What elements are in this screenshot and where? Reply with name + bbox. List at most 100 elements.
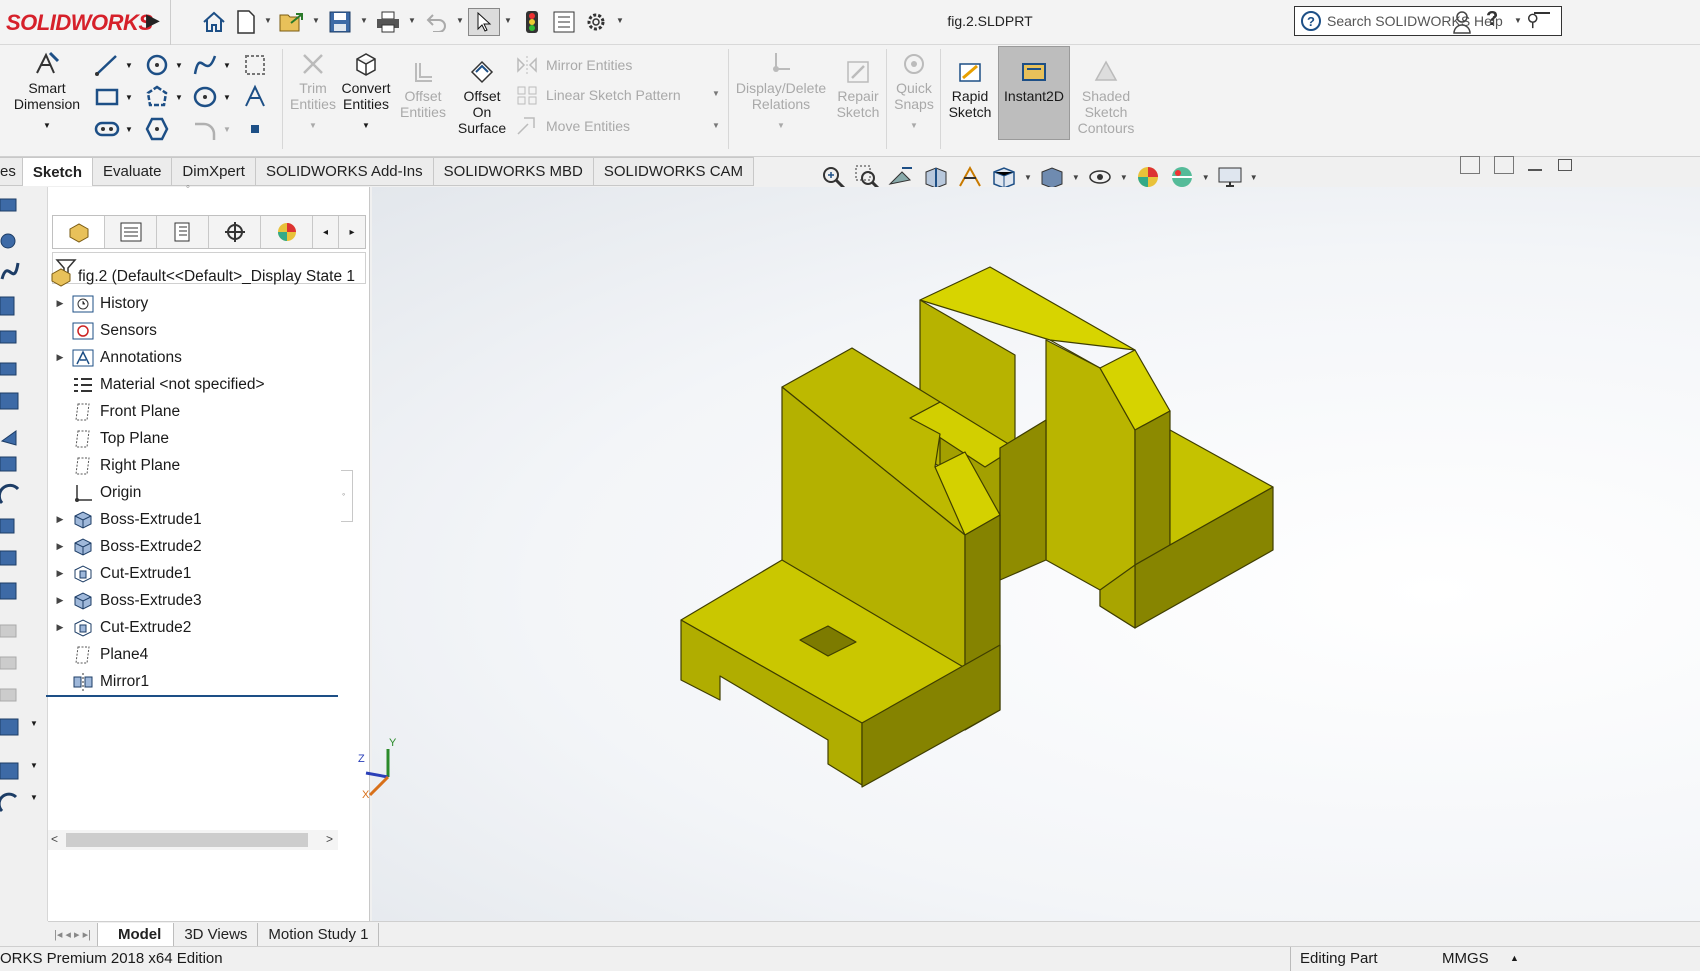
chevron-down-icon[interactable]: ▼ xyxy=(910,118,918,134)
chevron-down-icon[interactable]: ▼ xyxy=(504,16,512,25)
linear-sketch-pattern-button[interactable]: Linear Sketch Pattern xyxy=(516,85,681,105)
tab-model[interactable]: Model xyxy=(97,922,175,946)
chevron-down-icon[interactable]: ▼ xyxy=(616,16,624,25)
chevron-down-icon[interactable]: ▼ xyxy=(125,125,133,134)
tree-item[interactable]: ▶ Annotations xyxy=(50,344,370,371)
tree-item[interactable]: ▶ Boss-Extrude1 xyxy=(50,506,370,533)
expand-caret-icon[interactable]: ▶ xyxy=(50,541,70,552)
polygon-icon[interactable] xyxy=(144,84,170,110)
search-icon[interactable]: ⚲ xyxy=(1527,11,1539,31)
chevron-down-icon[interactable]: ▼ xyxy=(125,61,133,70)
chevron-down-icon[interactable]: ▼ xyxy=(223,125,231,134)
expand-caret-icon[interactable]: ▶ xyxy=(50,298,70,309)
tree-item[interactable]: ▶ History xyxy=(50,290,370,317)
scrollbar-thumb[interactable] xyxy=(66,833,308,847)
offset-entities-button[interactable]: Offset Entities xyxy=(396,59,450,120)
tab-sketch[interactable]: Sketch xyxy=(22,157,94,186)
scroll-left-icon[interactable]: < xyxy=(51,832,58,846)
tab-mbd[interactable]: SOLIDWORKS MBD xyxy=(433,157,594,186)
chevron-down-icon[interactable]: ▼ xyxy=(175,93,183,102)
select-icon[interactable] xyxy=(468,8,500,36)
feature-tool-icons[interactable] xyxy=(0,193,22,913)
chevron-down-icon[interactable]: ▼ xyxy=(30,761,38,770)
quick-snaps-button[interactable]: Quick Snaps ▼ xyxy=(890,51,938,134)
chevron-down-icon[interactable]: ▼ xyxy=(1202,173,1210,182)
chevron-down-icon[interactable]: ▼ xyxy=(1514,16,1522,25)
tab-display-manager[interactable] xyxy=(261,216,313,248)
tree-item[interactable]: Mirror1 xyxy=(50,668,370,695)
chevron-down-icon[interactable]: ▼ xyxy=(408,16,416,25)
rapid-sketch-button[interactable]: Rapid Sketch xyxy=(944,59,996,120)
chevron-down-icon[interactable]: ▼ xyxy=(175,61,183,70)
chevron-down-icon[interactable]: ▼ xyxy=(360,16,368,25)
text-icon[interactable] xyxy=(242,84,268,110)
ellipse-icon[interactable] xyxy=(192,84,218,110)
maximize-icon[interactable] xyxy=(1558,159,1572,171)
tree-item[interactable]: ▶ Cut-Extrude2 xyxy=(50,614,370,641)
minimize-icon[interactable] xyxy=(1534,12,1550,14)
point-icon[interactable] xyxy=(242,116,268,142)
rollback-bar[interactable] xyxy=(46,695,338,697)
chevron-down-icon[interactable]: ▼ xyxy=(223,93,231,102)
tab-scroll-left[interactable]: ◂ xyxy=(313,216,339,248)
expand-caret-icon[interactable]: ▶ xyxy=(50,595,70,606)
save-icon[interactable] xyxy=(326,8,354,36)
mirror-entities-button[interactable]: Mirror Entities xyxy=(516,55,632,75)
repair-sketch-button[interactable]: Repair Sketch xyxy=(832,59,884,120)
chevron-down-icon[interactable]: ▼ xyxy=(456,16,464,25)
expand-caret-icon[interactable]: ▶ xyxy=(50,352,70,363)
chevron-down-icon[interactable]: ▼ xyxy=(1024,173,1032,182)
chevron-down-icon[interactable]: ▼ xyxy=(1250,173,1258,182)
chevron-down-icon[interactable]: ▼ xyxy=(1120,173,1128,182)
slot-icon[interactable] xyxy=(94,116,120,142)
spline-icon[interactable] xyxy=(192,52,218,78)
undo-icon[interactable] xyxy=(422,8,450,36)
minimize-icon[interactable] xyxy=(1528,169,1542,171)
units-selector[interactable]: MMGS xyxy=(1442,950,1489,967)
chevron-down-icon[interactable]: ▼ xyxy=(43,118,51,134)
chevron-down-icon[interactable]: ▼ xyxy=(312,16,320,25)
chevron-down-icon[interactable]: ▼ xyxy=(362,118,370,134)
tree-item[interactable]: Plane4 xyxy=(50,641,370,668)
smart-dimension-button[interactable]: Smart Dimension ▼ xyxy=(10,51,84,134)
tab-evaluate[interactable]: Evaluate xyxy=(93,157,173,186)
chevron-down-icon[interactable]: ▼ xyxy=(712,89,720,98)
tab-3d-views[interactable]: 3D Views xyxy=(174,922,259,946)
file-properties-icon[interactable] xyxy=(550,8,578,36)
tree-root-part[interactable]: fig.2 (Default<<Default>_Display State 1 xyxy=(48,263,368,290)
circle-icon[interactable] xyxy=(144,52,170,78)
expand-panel-icon[interactable] xyxy=(1494,156,1514,174)
gear-icon[interactable] xyxy=(582,8,610,36)
chevron-down-icon[interactable]: ▼ xyxy=(30,793,38,802)
rebuild-icon[interactable] xyxy=(518,8,546,36)
fillet-icon[interactable] xyxy=(192,116,218,142)
tab-nav-arrows[interactable]: |◂ ◂ ▸ ▸| xyxy=(48,922,98,946)
expand-caret-icon[interactable]: ▶ xyxy=(50,514,70,525)
open-icon[interactable] xyxy=(278,8,306,36)
restore-panel-icon[interactable] xyxy=(1460,156,1480,174)
chevron-down-icon[interactable]: ▼ xyxy=(309,118,317,134)
tab-feature-manager[interactable] xyxy=(53,216,105,248)
tree-item[interactable]: Top Plane xyxy=(50,425,370,452)
chevron-down-icon[interactable]: ▼ xyxy=(264,16,272,25)
tab-features[interactable]: es xyxy=(0,157,23,186)
convert-entities-button[interactable]: Convert Entities ▼ xyxy=(336,51,396,134)
tab-motion-study[interactable]: Motion Study 1 xyxy=(258,922,380,946)
expand-caret-icon[interactable]: ▶ xyxy=(50,622,70,633)
chevron-down-icon[interactable]: ▼ xyxy=(223,61,231,70)
chevron-down-icon[interactable]: ▼ xyxy=(1072,173,1080,182)
display-delete-relations-button[interactable]: Display/Delete Relations ▼ xyxy=(734,51,828,134)
tree-item[interactable]: ▶ Cut-Extrude1 xyxy=(50,560,370,587)
user-icon[interactable] xyxy=(1448,8,1476,36)
tab-addins[interactable]: SOLIDWORKS Add-Ins xyxy=(255,157,434,186)
rectangle-icon[interactable] xyxy=(94,84,120,110)
part-model-3d[interactable] xyxy=(372,187,1700,921)
horizontal-scrollbar[interactable]: < > xyxy=(48,830,338,850)
chevron-down-icon[interactable]: ▼ xyxy=(125,93,133,102)
chevron-down-icon[interactable]: ▼ xyxy=(30,719,38,728)
chevron-up-icon[interactable]: ▲ xyxy=(1510,953,1519,963)
tab-dimxpert[interactable]: DimXpert xyxy=(172,157,256,186)
tree-item[interactable]: ▶ Boss-Extrude3 xyxy=(50,587,370,614)
construction-icon[interactable] xyxy=(242,52,268,78)
instant2d-button[interactable]: Instant2D xyxy=(998,46,1070,140)
